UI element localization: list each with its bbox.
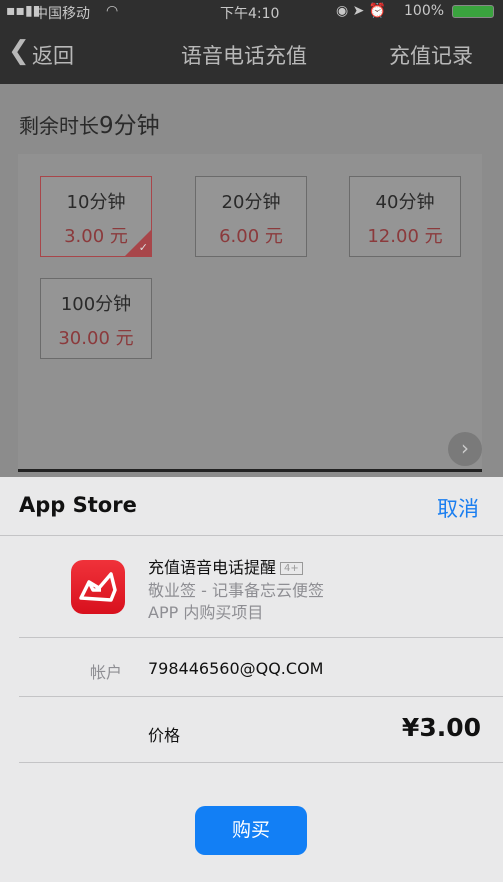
remaining-time: 剩余时长9分钟 — [19, 106, 160, 140]
price-value: ¥3.00 — [401, 713, 481, 742]
option-minutes: 100分钟 — [60, 294, 132, 315]
product-title: 充值语音电话提醒 — [148, 558, 277, 577]
wifi-icon: ◠ — [106, 3, 119, 19]
divider — [19, 637, 503, 638]
check-icon: ✓ — [125, 230, 151, 256]
sheet-title: App Store — [19, 493, 137, 517]
chevron-right-icon[interactable]: › — [448, 432, 482, 466]
cancel-button[interactable]: 取消 — [437, 493, 479, 523]
app-store-sheet: App Store 取消 充值语音电话提醒 4+ 敬业签 - 记事备忘云便签 AP… — [0, 477, 503, 882]
carrier: 中国移动 — [34, 6, 90, 22]
battery-text: 100% — [404, 3, 445, 19]
buy-button[interactable]: 购买 — [195, 806, 307, 855]
option-10[interactable]: 10分钟 3.00 元 ✓ — [40, 176, 152, 257]
option-minutes: 10分钟 — [66, 192, 126, 213]
option-20[interactable]: 20分钟 6.00 元 — [195, 176, 307, 257]
app-name: 敬业签 - 记事备忘云便签 — [148, 581, 324, 600]
remaining-value: 9分钟 — [99, 113, 160, 139]
back-chevron-icon[interactable]: ❮ — [8, 36, 30, 66]
status-bar: ▪▪▮▮ 中国移动 ◠ 下午4:10 ◉ ➤ ⏰ 100% — [0, 0, 503, 22]
divider — [19, 762, 503, 763]
page-title: 语音电话充值 — [181, 44, 307, 68]
alarm-icon: ◉ ➤ ⏰ — [336, 3, 387, 19]
option-100[interactable]: 100分钟 30.00 元 — [40, 278, 152, 359]
recharge-history-button[interactable]: 充值记录 — [389, 40, 473, 70]
option-price: 12.00 元 — [367, 226, 443, 247]
purchase-type: APP 内购买项目 — [148, 603, 264, 622]
price-label: 价格 — [148, 726, 181, 745]
option-minutes: 20分钟 — [221, 192, 281, 213]
option-minutes: 40分钟 — [375, 192, 435, 213]
divider — [19, 696, 503, 697]
remaining-label: 剩余时长 — [19, 114, 99, 138]
option-price: 6.00 元 — [219, 226, 283, 247]
account-value: 798446560@QQ.COM — [148, 659, 324, 678]
nav-bar: ❮ 返回 语音电话充值 充值记录 — [0, 22, 503, 84]
divider — [0, 535, 503, 536]
options-panel: 10分钟 3.00 元 ✓ 20分钟 6.00 元 40分钟 12.00 元 100分钟… — [18, 154, 482, 472]
back-button[interactable]: 返回 — [32, 40, 74, 70]
account-label: 帐户 — [90, 663, 123, 682]
battery-icon — [452, 5, 494, 18]
app-icon — [71, 560, 125, 614]
product-name: 充值语音电话提醒 4+ — [148, 554, 303, 578]
option-40[interactable]: 40分钟 12.00 元 — [349, 176, 461, 257]
option-price: 30.00 元 — [58, 328, 134, 349]
time: 下午4:10 — [220, 6, 280, 22]
age-badge: 4+ — [280, 562, 303, 575]
